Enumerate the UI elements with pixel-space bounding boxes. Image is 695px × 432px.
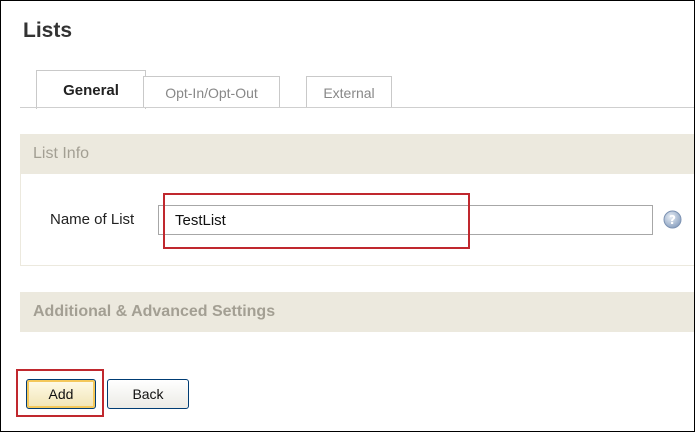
svg-text:?: ? <box>669 213 676 227</box>
page-title: Lists <box>23 19 73 42</box>
section-header-advanced-settings[interactable]: Additional & Advanced Settings <box>20 292 694 332</box>
tab-strip: General Opt-In/Opt-Out External <box>20 66 694 109</box>
name-of-list-label: Name of List <box>50 211 135 228</box>
tab-baseline <box>20 107 694 108</box>
back-button[interactable]: Back <box>107 379 189 409</box>
add-button[interactable]: Add <box>26 379 96 409</box>
tab-external[interactable]: External <box>306 76 392 108</box>
tab-opt-in-opt-out[interactable]: Opt-In/Opt-Out <box>143 76 280 108</box>
name-of-list-input[interactable] <box>158 205 653 235</box>
help-icon[interactable]: ? <box>663 210 682 229</box>
section-header-list-info: List Info <box>20 134 694 174</box>
tab-general[interactable]: General <box>36 70 146 109</box>
